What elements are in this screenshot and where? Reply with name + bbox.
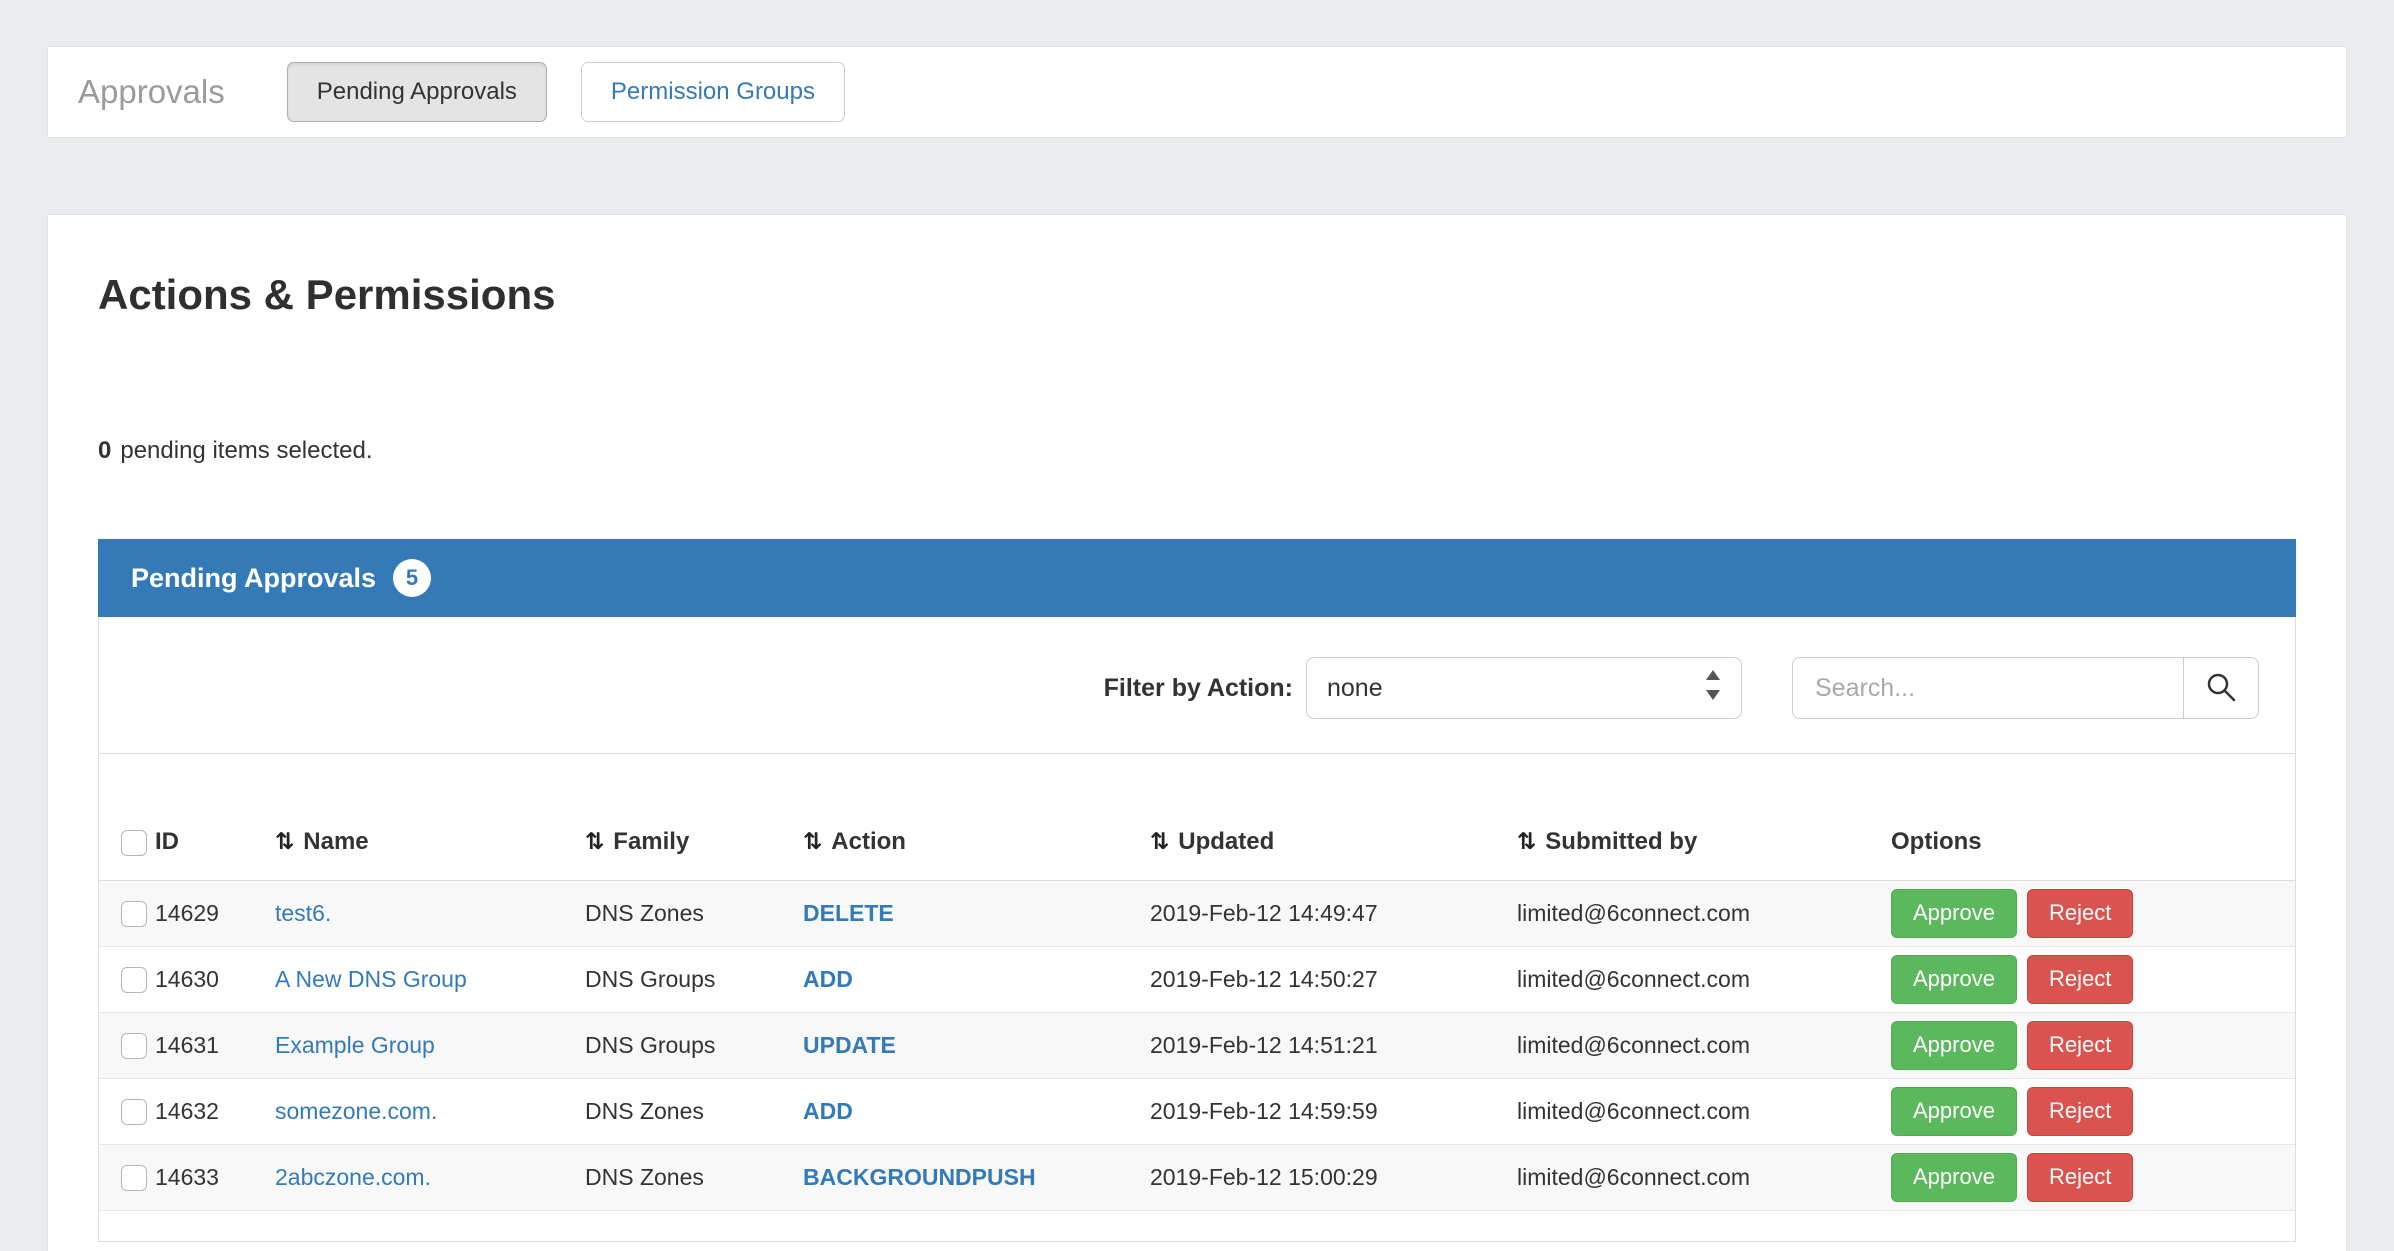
row-checkbox[interactable] bbox=[121, 1099, 147, 1125]
sort-icon: ⇅ bbox=[803, 829, 822, 855]
panel-title: Pending Approvals bbox=[131, 563, 376, 594]
approve-button[interactable]: Approve bbox=[1891, 955, 2017, 1003]
pending-approvals-panel: Pending Approvals 5 Filter by Action: no… bbox=[98, 539, 2296, 1242]
col-header-submitted-by[interactable]: ⇅Submitted by bbox=[1517, 754, 1891, 881]
reject-button[interactable]: Reject bbox=[2027, 889, 2133, 937]
row-updated: 2019-Feb-12 14:51:21 bbox=[1150, 1013, 1517, 1079]
reject-button[interactable]: Reject bbox=[2027, 1021, 2133, 1069]
selected-text: pending items selected. bbox=[120, 437, 372, 464]
col-header-options: Options bbox=[1891, 754, 2295, 881]
sort-icon: ⇅ bbox=[1150, 829, 1169, 855]
row-id: 14632 bbox=[155, 1079, 275, 1145]
approve-button[interactable]: Approve bbox=[1891, 889, 2017, 937]
action-link[interactable]: ADD bbox=[803, 1098, 853, 1124]
row-submitted-by: limited@6connect.com bbox=[1517, 881, 1891, 947]
reject-button[interactable]: Reject bbox=[2027, 1087, 2133, 1135]
reject-button[interactable]: Reject bbox=[2027, 1153, 2133, 1201]
col-header-name[interactable]: ⇅Name bbox=[275, 754, 585, 881]
row-updated: 2019-Feb-12 14:59:59 bbox=[1150, 1079, 1517, 1145]
col-header-updated[interactable]: ⇅Updated bbox=[1150, 754, 1517, 881]
row-submitted-by: limited@6connect.com bbox=[1517, 1013, 1891, 1079]
search-input[interactable] bbox=[1792, 657, 2183, 719]
approve-button[interactable]: Approve bbox=[1891, 1153, 2017, 1201]
row-id: 14629 bbox=[155, 881, 275, 947]
search-button[interactable] bbox=[2183, 657, 2259, 719]
col-header-action[interactable]: ⇅Action bbox=[803, 754, 1150, 881]
approve-button[interactable]: Approve bbox=[1891, 1021, 2017, 1069]
row-submitted-by: limited@6connect.com bbox=[1517, 947, 1891, 1013]
app-title: Approvals bbox=[78, 73, 225, 111]
col-header-id: ID bbox=[155, 754, 275, 881]
sort-icon: ⇅ bbox=[585, 829, 604, 855]
action-link[interactable]: UPDATE bbox=[803, 1032, 896, 1058]
action-filter-select[interactable]: none bbox=[1306, 657, 1742, 719]
table-row: 14629 test6. DNS Zones DELETE 2019-Feb-1… bbox=[99, 881, 2295, 947]
panel-header: Pending Approvals 5 bbox=[98, 539, 2296, 617]
row-submitted-by: limited@6connect.com bbox=[1517, 1079, 1891, 1145]
name-link[interactable]: 2abczone.com. bbox=[275, 1164, 431, 1190]
table-row: 14630 A New DNS Group DNS Groups ADD 201… bbox=[99, 947, 2295, 1013]
row-id: 14633 bbox=[155, 1145, 275, 1211]
row-family: DNS Zones bbox=[585, 1079, 803, 1145]
name-link[interactable]: test6. bbox=[275, 900, 331, 926]
name-link[interactable]: somezone.com. bbox=[275, 1098, 437, 1124]
row-checkbox[interactable] bbox=[121, 1165, 147, 1191]
sort-icon: ⇅ bbox=[1517, 829, 1536, 855]
selected-count: 0 bbox=[98, 437, 111, 464]
row-updated: 2019-Feb-12 14:50:27 bbox=[1150, 947, 1517, 1013]
select-selected-value: none bbox=[1327, 674, 1703, 703]
row-family: DNS Groups bbox=[585, 947, 803, 1013]
row-submitted-by: limited@6connect.com bbox=[1517, 1145, 1891, 1211]
table-toolbar: Filter by Action: none bbox=[99, 617, 2295, 754]
row-family: DNS Zones bbox=[585, 1145, 803, 1211]
table-header-row: ID ⇅Name ⇅Family ⇅Action ⇅Updated ⇅Submi… bbox=[99, 754, 2295, 881]
name-link[interactable]: A New DNS Group bbox=[275, 966, 467, 992]
row-family: DNS Groups bbox=[585, 1013, 803, 1079]
table-row: 14632 somezone.com. DNS Zones ADD 2019-F… bbox=[99, 1079, 2295, 1145]
action-link[interactable]: ADD bbox=[803, 966, 853, 992]
actions-permissions-card: Actions & Permissions 0 pending items sel… bbox=[47, 214, 2347, 1251]
approvals-header: Approvals Pending Approvals Permission G… bbox=[47, 46, 2347, 138]
count-badge: 5 bbox=[393, 559, 431, 597]
row-updated: 2019-Feb-12 15:00:29 bbox=[1150, 1145, 1517, 1211]
select-all-checkbox[interactable] bbox=[121, 830, 147, 856]
action-link[interactable]: BACKGROUNDPUSH bbox=[803, 1164, 1036, 1190]
row-id: 14631 bbox=[155, 1013, 275, 1079]
sort-icon: ⇅ bbox=[275, 829, 294, 855]
search-group bbox=[1792, 657, 2259, 719]
table-row: 14633 2abczone.com. DNS Zones BACKGROUND… bbox=[99, 1145, 2295, 1211]
selected-status: 0 pending items selected. bbox=[98, 437, 2296, 465]
row-updated: 2019-Feb-12 14:49:47 bbox=[1150, 881, 1517, 947]
row-checkbox[interactable] bbox=[121, 901, 147, 927]
row-checkbox[interactable] bbox=[121, 1033, 147, 1059]
row-id: 14630 bbox=[155, 947, 275, 1013]
tab-pending-approvals[interactable]: Pending Approvals bbox=[287, 62, 547, 123]
row-family: DNS Zones bbox=[585, 881, 803, 947]
panel-body: Filter by Action: none bbox=[98, 617, 2296, 1242]
row-checkbox[interactable] bbox=[121, 967, 147, 993]
tab-permission-groups[interactable]: Permission Groups bbox=[581, 62, 845, 123]
reject-button[interactable]: Reject bbox=[2027, 955, 2133, 1003]
action-link[interactable]: DELETE bbox=[803, 900, 894, 926]
select-up-down-arrows-icon bbox=[1703, 667, 1723, 710]
search-icon bbox=[2205, 671, 2237, 706]
col-header-family[interactable]: ⇅Family bbox=[585, 754, 803, 881]
approve-button[interactable]: Approve bbox=[1891, 1087, 2017, 1135]
filter-by-action-label: Filter by Action: bbox=[1104, 674, 1293, 703]
name-link[interactable]: Example Group bbox=[275, 1032, 435, 1058]
pending-approvals-table: ID ⇅Name ⇅Family ⇅Action ⇅Updated ⇅Submi… bbox=[99, 754, 2295, 1211]
table-row: 14631 Example Group DNS Groups UPDATE 20… bbox=[99, 1013, 2295, 1079]
page-title: Actions & Permissions bbox=[98, 271, 2296, 319]
